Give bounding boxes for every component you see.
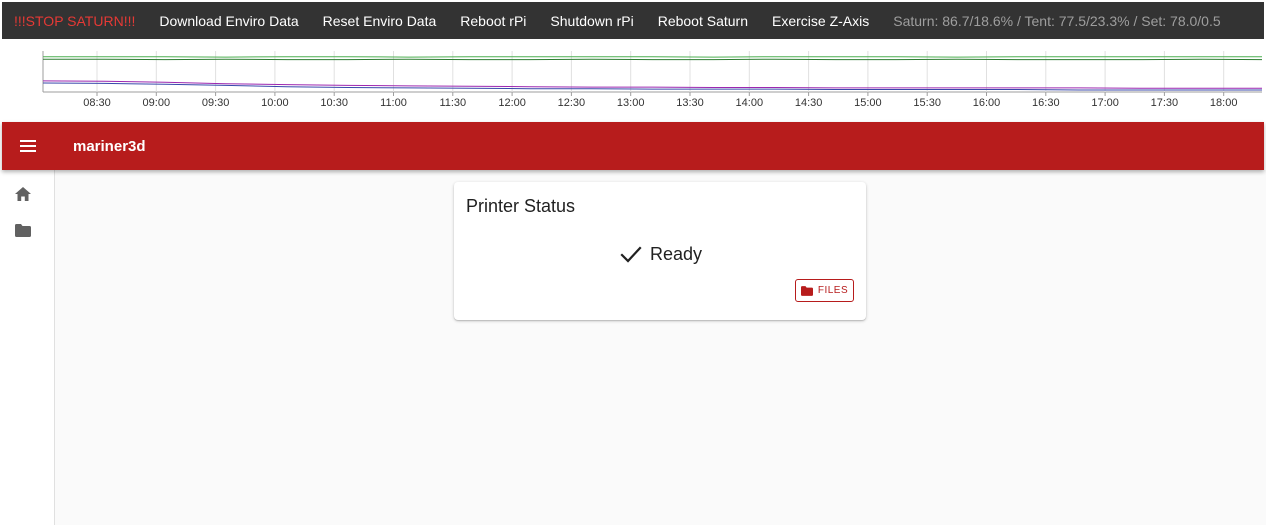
chart-x-tick-label: 09:00 [143,97,171,109]
printer-state: Ready [620,244,702,265]
chart-x-tick-label: 15:30 [913,97,941,109]
check-icon [620,246,642,263]
environment-status-text: Saturn: 86.7/18.6% / Tent: 77.5/23.3% / … [893,12,1221,29]
chart-x-tick-label: 12:30 [558,97,586,109]
shutdown-rpi-button[interactable]: Shutdown rPi [550,13,633,29]
chart-x-tick-label: 18:00 [1210,97,1238,109]
menu-icon [20,140,36,152]
chart-x-tick-label: 13:00 [617,97,645,109]
reset-enviro-data-button[interactable]: Reset Enviro Data [323,13,437,29]
environment-chart: 08:30 09:00 09:30 10:00 10:30 11:00 11:30 12:00… [0,39,1266,122]
chart-x-tick-label: 10:00 [261,97,289,109]
download-enviro-data-button[interactable]: Download Enviro Data [159,13,298,29]
chart-x-tick-label: 10:30 [320,97,348,109]
chart-x-tick-label: 11:00 [380,97,407,109]
sidebar [0,170,55,525]
app-title: mariner3d [73,137,146,155]
chart-x-tick-label: 15:00 [854,97,882,109]
files-button-label: FILES [817,285,849,296]
top-action-bar: !!!STOP SATURN!!! Download Enviro Data R… [2,2,1264,39]
sidebar-item-home[interactable] [12,183,34,205]
home-icon [15,187,31,201]
menu-button[interactable] [2,122,54,170]
environment-chart-svg: 08:30 09:00 09:30 10:00 10:30 11:00 11:30 12:00… [42,51,1263,109]
chart-x-tick-label: 14:30 [795,97,823,109]
chart-x-tick-label: 12:00 [498,97,526,109]
stop-saturn-button[interactable]: !!!STOP SATURN!!! [14,13,135,29]
files-button[interactable]: FILES [795,279,854,302]
chart-x-tick-label: 17:30 [1151,97,1179,109]
chart-x-tick-label: 16:30 [1032,97,1060,109]
printer-status-card: Printer Status Ready FILES [454,182,866,320]
folder-icon [800,285,813,296]
chart-series-line-2 [42,80,1262,89]
chart-x-tick-label: 14:00 [736,97,764,109]
app-bar: mariner3d [2,122,1264,170]
sidebar-item-files[interactable] [12,219,34,241]
folder-icon [15,223,31,237]
printer-state-label: Ready [650,244,703,264]
exercise-z-axis-button[interactable]: Exercise Z-Axis [772,13,869,29]
chart-x-tick-label: 17:00 [1091,97,1119,109]
chart-x-tick-label: 13:30 [676,97,704,109]
reboot-rpi-button[interactable]: Reboot rPi [460,13,526,29]
reboot-saturn-button[interactable]: Reboot Saturn [658,13,748,29]
chart-x-tick-label: 11:30 [439,97,466,109]
chart-x-tick-label: 09:30 [202,97,230,109]
chart-x-tick-label: 08:30 [83,97,111,109]
chart-x-tick-label: 16:00 [973,97,1001,109]
card-title: Printer Status [466,196,576,216]
